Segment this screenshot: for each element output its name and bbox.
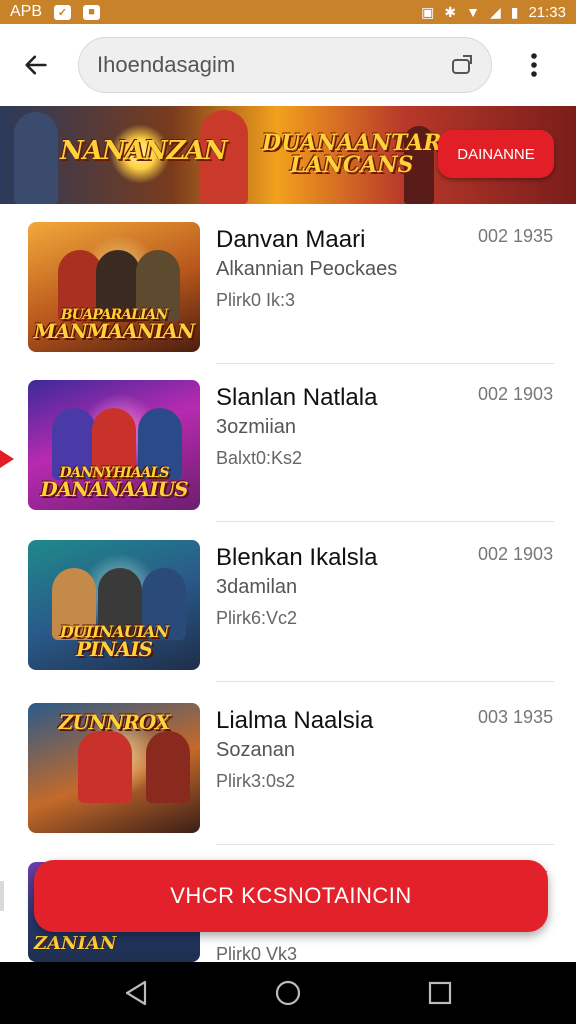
left-edge-indicator	[0, 881, 4, 911]
item-meta: Balxt0:Ks2	[216, 448, 303, 468]
thumbnail-title: DUIINAUIAN PINAIS	[59, 622, 169, 661]
share-icon[interactable]	[449, 52, 475, 78]
banner-title-right-line2: LANCANS	[290, 152, 414, 178]
search-bar[interactable]	[78, 37, 492, 93]
back-button[interactable]	[12, 41, 60, 89]
nav-recents-button[interactable]	[415, 968, 465, 1018]
carrier-label: APB	[10, 3, 43, 20]
item-meta: Plirk6:Vc2	[216, 608, 298, 628]
item-subtitle: Alkannian Peockaes	[216, 258, 398, 280]
lock-icon: ▣	[421, 3, 435, 20]
item-meta: Plirk0 Ik:3	[216, 290, 296, 310]
item-date: 002 1903	[478, 384, 554, 404]
banner-character	[14, 112, 58, 204]
left-edge-indicator	[0, 450, 14, 468]
wifi-icon: ▼	[466, 4, 480, 20]
item-date: 002 1903	[478, 544, 554, 564]
game-thumbnail: DUIINAUIAN PINAIS	[28, 540, 200, 670]
system-nav-bar	[0, 962, 576, 1024]
item-title: Lialma Naalsia	[216, 707, 374, 734]
battery-icon: ▮	[510, 3, 519, 20]
game-thumbnail: DANNYHIAALS DANANAAIUS	[28, 380, 200, 510]
banner-title-right: DUANAANTAR LANCANS	[262, 132, 442, 176]
item-title: Danvan Maari	[216, 226, 366, 253]
clock: 21:33	[528, 3, 566, 21]
banner-title-left: NANANZAN	[60, 136, 228, 166]
item-title: Blenkan Ikalsla	[216, 544, 378, 571]
message-icon: ■	[83, 4, 101, 20]
nav-back-button[interactable]	[111, 968, 161, 1018]
thumbnail-title: ZUNNROX	[58, 710, 171, 734]
banner-title-right-line1: DUANAANTAR	[262, 130, 442, 156]
item-subtitle: 3damilan	[216, 576, 298, 598]
game-thumbnail: BUAPARALIAN MANMAANIAN	[28, 222, 200, 352]
list-item[interactable]: ZUNNROX Lialma Naalsia Sozanan Plirk3:0s…	[0, 703, 576, 863]
signal-icon: ◢	[489, 3, 501, 20]
bluetooth-icon: ✱	[444, 3, 457, 20]
nav-home-button[interactable]	[263, 968, 313, 1018]
divider	[216, 521, 554, 522]
app-bar	[0, 24, 576, 106]
item-title: Slanlan Natlala	[216, 384, 378, 411]
circle-home-icon	[275, 980, 301, 1006]
list-item[interactable]: DANNYHIAALS DANANAAIUS Slanlan Natlala 3…	[0, 380, 576, 540]
game-thumbnail: ZUNNROX	[28, 703, 200, 833]
more-options-button[interactable]	[520, 41, 548, 89]
divider	[216, 363, 554, 364]
thumbnail-title: DANNYHIAALS DANANAAIUS	[40, 465, 188, 501]
banner-cta-button[interactable]: DAINANNE	[438, 130, 554, 178]
square-recents-icon	[428, 981, 452, 1005]
item-subtitle: Sozanan	[216, 739, 295, 761]
arrow-left-icon	[25, 55, 47, 75]
status-bar: APB ✓ ■ ▣ ✱ ▼ ◢ ▮ 21:33	[0, 0, 576, 24]
item-subtitle: 3ozmiian	[216, 416, 297, 438]
thumbnail-title: ZANIAN	[34, 933, 117, 954]
divider	[216, 844, 554, 845]
notification-icon: ✓	[54, 4, 72, 20]
item-date: 003 1935	[478, 707, 554, 727]
item-date: 002 1935	[478, 226, 554, 246]
search-input[interactable]	[97, 52, 449, 78]
thumbnail-title: BUAPARALIAN MANMAANIAN	[33, 307, 196, 343]
item-meta: Plirk3:0s2	[216, 771, 296, 791]
triangle-back-icon	[125, 980, 147, 1006]
divider	[216, 681, 554, 682]
list-item[interactable]: BUAPARALIAN MANMAANIAN Danvan Maari Alka…	[0, 222, 576, 382]
primary-action-button[interactable]: VHCR KCSNOTAINCIN	[34, 860, 548, 932]
more-vert-icon	[531, 53, 537, 77]
list-item[interactable]: DUIINAUIAN PINAIS Blenkan Ikalsla 3damil…	[0, 540, 576, 700]
